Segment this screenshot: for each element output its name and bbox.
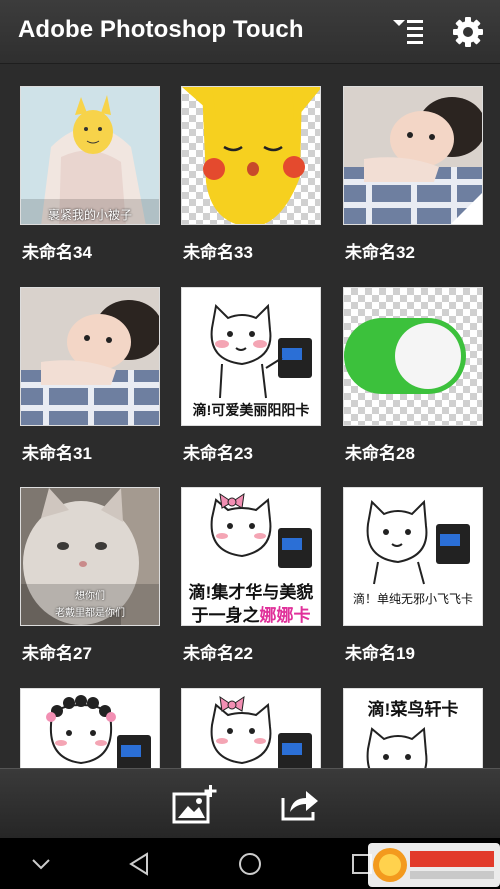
project-name: 未命名27 — [22, 644, 92, 663]
project-thumbnail: 滴!集才华与美貌 于一身之娜娜卡 — [181, 487, 321, 626]
thumbnail-caption-line2: 老戴里都是你们 — [55, 608, 125, 619]
project-name: 未命名19 — [345, 644, 415, 663]
app-title: Adobe Photoshop Touch — [18, 16, 304, 43]
project-thumbnail: 滴!可爱美丽阳阳卡 — [181, 287, 321, 426]
thumbnail-caption-line2: 于一身之娜娜卡 — [182, 601, 320, 625]
project-thumbnail — [343, 287, 483, 426]
thumbnail-caption: 滴!可爱美丽阳阳卡 — [192, 402, 310, 418]
project-grid: 裹紧我的小被子 未命名34 未命名33 未命名32 未命名31 滴!可爱美丽阳阳… — [0, 64, 500, 768]
project-name: 未命名31 — [22, 444, 92, 463]
nav-hide-button[interactable] — [21, 844, 61, 884]
thumbnail-caption: 滴！单纯无邪小飞飞卡 — [352, 592, 473, 606]
project-name: 未命名23 — [183, 444, 253, 463]
nav-back-button[interactable] — [119, 844, 159, 884]
home-circle-icon — [239, 853, 261, 875]
project-thumbnail — [20, 287, 160, 426]
sort-button[interactable] — [386, 10, 430, 54]
project-thumbnail: 滴!菜鸟轩卡 — [343, 688, 483, 768]
project-name: 未命名28 — [345, 444, 415, 463]
project-name: 未命名34 — [22, 243, 92, 262]
thumbnail-caption-line1: 滴!集才华与美貌 — [188, 583, 314, 602]
add-image-button[interactable] — [172, 782, 218, 826]
project-thumbnail: 滴！单纯无邪小飞飞卡 — [343, 487, 483, 626]
thumbnail-caption-pink-name: 娜娜卡 — [259, 606, 311, 625]
settings-button[interactable] — [446, 10, 490, 54]
project-thumbnail: 裹紧我的小被子 — [20, 86, 160, 225]
share-icon — [281, 791, 318, 821]
project-thumbnail — [181, 86, 321, 225]
project-name: 未命名32 — [345, 243, 415, 262]
project-thumbnail — [20, 688, 160, 768]
site-watermark-logo — [368, 843, 500, 887]
share-button[interactable] — [277, 782, 323, 826]
project-thumbnail: 想你们 老戴里都是你们 — [20, 487, 160, 626]
app-header: Adobe Photoshop Touch — [0, 0, 500, 64]
gear-icon — [453, 17, 483, 47]
thumbnail-caption: 裹紧我的小被子 — [47, 208, 132, 222]
project-name: 未命名33 — [183, 243, 253, 262]
sort-list-icon — [393, 20, 423, 44]
back-triangle-icon — [129, 852, 148, 876]
nav-home-button[interactable] — [230, 844, 270, 884]
project-thumbnail — [181, 688, 321, 768]
chevron-down-icon — [32, 859, 50, 870]
thumbnail-caption-line2-prefix: 于一身之 — [191, 606, 260, 625]
add-image-icon — [172, 785, 217, 824]
project-thumbnail — [343, 86, 483, 225]
bottom-action-bar — [0, 768, 500, 838]
project-name: 未命名22 — [183, 644, 253, 663]
thumbnail-caption-line1: 想你们 — [75, 591, 105, 602]
